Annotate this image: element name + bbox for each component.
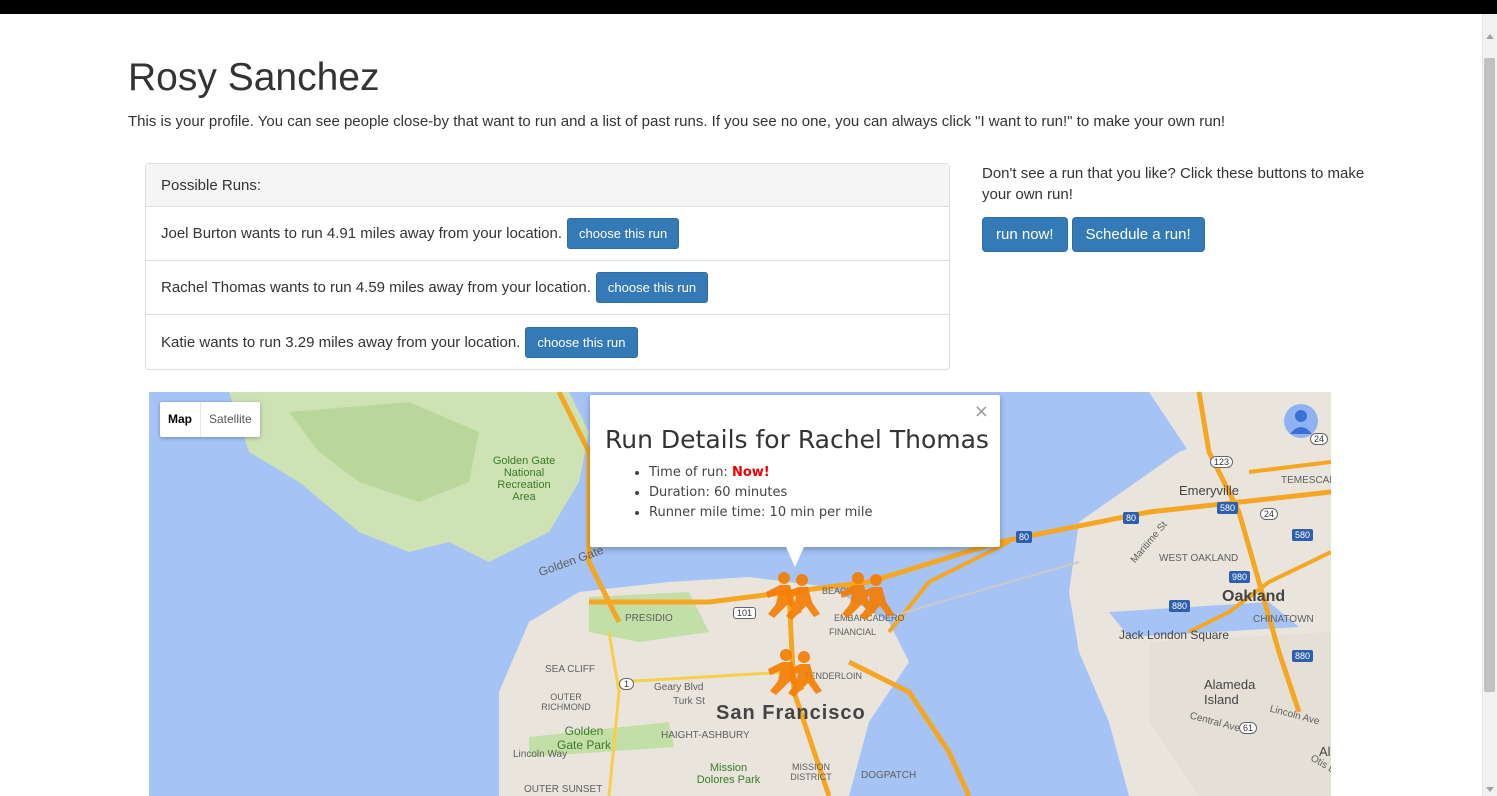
- map-label: CHINATOWN: [1253, 614, 1314, 625]
- runner-marker-icon[interactable]: [832, 570, 922, 625]
- map-label: Turk St: [673, 696, 705, 707]
- run-details-infowindow: × Run Details for Rachel Thomas Time of …: [590, 395, 1000, 567]
- close-icon[interactable]: ×: [974, 401, 989, 422]
- infowindow-title: Run Details for Rachel Thomas: [605, 425, 989, 454]
- browser-top-bar: [0, 0, 1497, 14]
- map-label: Mission Dolores Park: [696, 762, 761, 786]
- create-run-section: Don't see a run that you like? Click the…: [982, 163, 1382, 252]
- run-item: Katie wants to run 3.29 miles away from …: [146, 315, 949, 369]
- run-description: Joel Burton wants to run 4.91 miles away…: [161, 225, 563, 242]
- highway-shield: 580: [1217, 502, 1239, 514]
- map-label: PRESIDIO: [625, 613, 673, 624]
- scroll-down-icon[interactable]: [1486, 787, 1494, 792]
- create-run-prompt: Don't see a run that you like? Click the…: [982, 165, 1365, 203]
- choose-run-button[interactable]: choose this run: [567, 218, 680, 249]
- runner-mile-time-item: Runner mile time: 10 min per mile: [649, 503, 872, 523]
- map-label: HAIGHT-ASHBURY: [661, 730, 750, 741]
- map-label: Oakland: [1222, 588, 1286, 605]
- run-item: Joel Burton wants to run 4.91 miles away…: [146, 207, 949, 261]
- street-view-pegman-icon[interactable]: [1284, 404, 1318, 438]
- highway-shield: 1: [619, 678, 635, 690]
- page-title: Rosy Sanchez: [128, 56, 380, 99]
- map-label: WEST OAKLAND: [1159, 553, 1239, 564]
- map-label: Alameda Island: [1204, 677, 1256, 707]
- panel-heading: Possible Runs:: [146, 164, 949, 207]
- map-label: Emeryville: [1179, 483, 1239, 498]
- map-label: Geary Blvd: [654, 682, 704, 693]
- highway-shield: 580: [1292, 529, 1314, 541]
- run-item: Rachel Thomas wants to run 4.59 miles aw…: [146, 261, 949, 315]
- run-details-list: Time of run: Now! Duration: 60 minutes R…: [605, 463, 872, 523]
- page-scrollbar[interactable]: [1482, 14, 1497, 796]
- highway-shield: 101: [733, 607, 757, 619]
- map-label: FINANCIAL: [829, 627, 877, 637]
- map[interactable]: Golden Gate National Recreation Area Gol…: [149, 392, 1331, 796]
- map-label: OUTER SUNSET: [524, 784, 603, 795]
- run-time-item: Time of run: Now!: [649, 463, 872, 483]
- highway-shield: 61: [1239, 722, 1258, 734]
- map-type-satellite-button[interactable]: Satellite: [201, 402, 260, 437]
- run-description: Rachel Thomas wants to run 4.59 miles aw…: [161, 279, 591, 296]
- possible-runs-panel: Possible Runs: Joel Burton wants to run …: [145, 163, 950, 370]
- highway-shield: 80: [1016, 531, 1033, 543]
- scrollbar-thumb[interactable]: [1484, 58, 1495, 692]
- map-label: Lincoln Way: [513, 749, 568, 760]
- map-label: OUTER RICHMOND: [541, 692, 591, 712]
- map-label: DOGPATCH: [861, 770, 917, 781]
- run-now-button[interactable]: run now!: [982, 217, 1068, 252]
- scroll-up-icon[interactable]: [1486, 34, 1494, 39]
- infowindow-tail: [786, 547, 804, 567]
- profile-intro: This is your profile. You can see people…: [128, 113, 1226, 130]
- map-label: TEMESCAL: [1281, 475, 1331, 486]
- runner-marker-icon[interactable]: [760, 647, 850, 702]
- map-label: MISSION DISTRICT: [790, 762, 832, 782]
- highway-shield: 980: [1229, 571, 1251, 583]
- highway-shield: 123: [1210, 456, 1234, 468]
- map-type-control: Map Satellite: [160, 402, 260, 437]
- map-label: Golden Gate Park: [556, 724, 612, 752]
- highway-shield: 880: [1169, 600, 1191, 612]
- map-label: Al: [1319, 744, 1331, 759]
- choose-run-button[interactable]: choose this run: [525, 326, 638, 358]
- choose-run-button[interactable]: choose this run: [595, 272, 709, 303]
- map-label: San Francisco: [716, 702, 866, 724]
- map-type-map-button[interactable]: Map: [160, 402, 201, 437]
- highway-shield: 24: [1260, 508, 1279, 520]
- run-duration-item: Duration: 60 minutes: [649, 483, 872, 503]
- highway-shield: 80: [1123, 512, 1140, 524]
- run-time-value: Now!: [731, 465, 770, 480]
- schedule-run-button[interactable]: Schedule a run!: [1071, 217, 1205, 252]
- map-label: Jack London Square: [1119, 628, 1230, 642]
- map-label: Golden Gate National Recreation Area: [492, 455, 556, 503]
- highway-shield: 880: [1292, 650, 1314, 662]
- map-label: SEA CLIFF: [545, 664, 596, 675]
- run-description: Katie wants to run 3.29 miles away from …: [161, 333, 521, 351]
